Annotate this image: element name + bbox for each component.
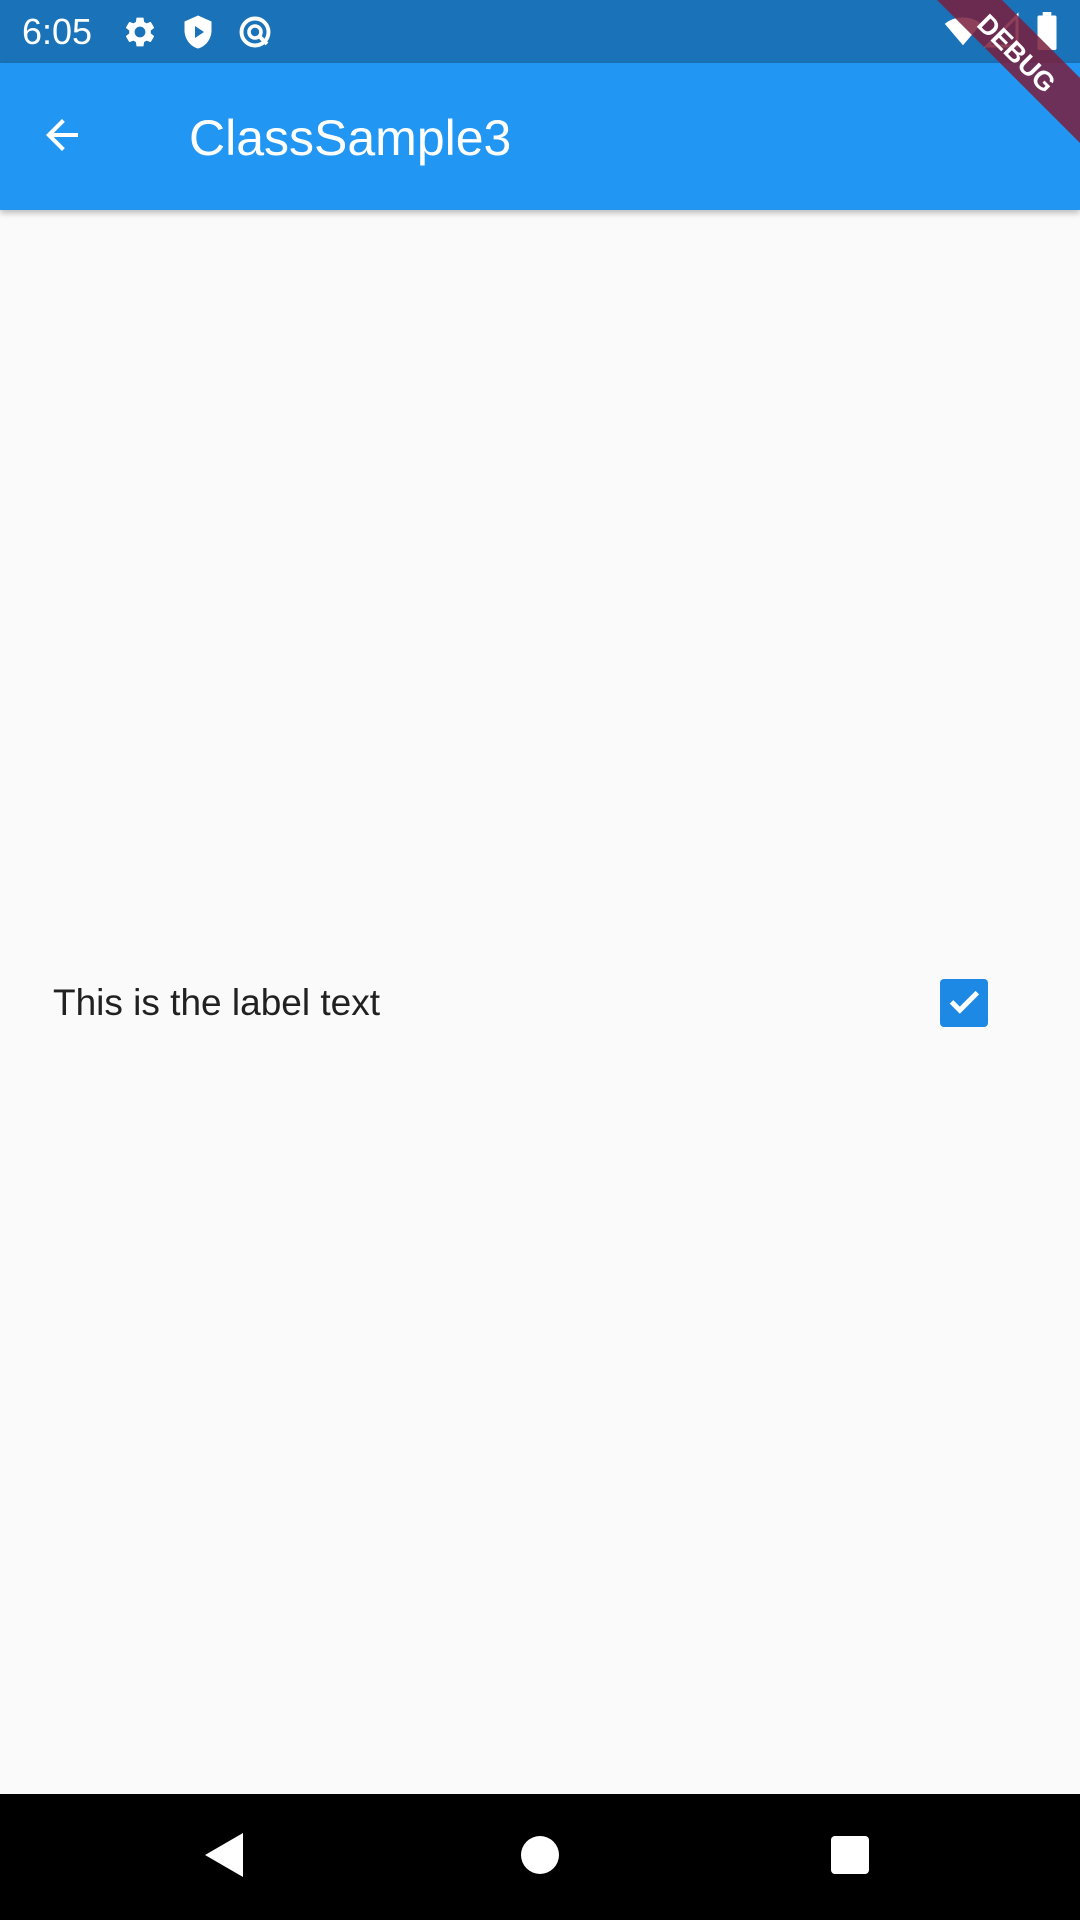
checkbox-list-tile[interactable]: This is the label text xyxy=(0,945,1080,1060)
circle-no-entry-icon xyxy=(237,14,273,50)
checkbox-label: This is the label text xyxy=(53,982,380,1023)
back-button[interactable] xyxy=(30,105,94,169)
nav-recents-button[interactable] xyxy=(820,1827,880,1887)
wifi-icon xyxy=(944,12,982,48)
page-title: ClassSample3 xyxy=(189,110,512,166)
check-icon xyxy=(944,981,984,1026)
checkbox[interactable] xyxy=(940,979,988,1027)
navigation-bar xyxy=(0,1794,1080,1920)
recents-square-icon xyxy=(830,1835,870,1880)
app-bar: ClassSample3 xyxy=(0,63,1080,210)
back-triangle-icon xyxy=(203,1831,247,1884)
shield-play-icon xyxy=(180,14,216,50)
battery-icon xyxy=(1036,12,1072,51)
screen: 6:05 ClassSample3 DEBUG This is the labe… xyxy=(0,0,1080,1920)
nav-back-button[interactable] xyxy=(195,1827,255,1887)
status-time: 6:05 xyxy=(22,11,93,52)
status-bar: 6:05 xyxy=(0,0,1080,63)
gear-icon xyxy=(122,14,158,50)
home-circle-icon xyxy=(520,1835,560,1880)
arrow-back-icon xyxy=(38,111,86,164)
nav-home-button[interactable] xyxy=(510,1827,570,1887)
cell-signal-icon xyxy=(983,12,1020,48)
